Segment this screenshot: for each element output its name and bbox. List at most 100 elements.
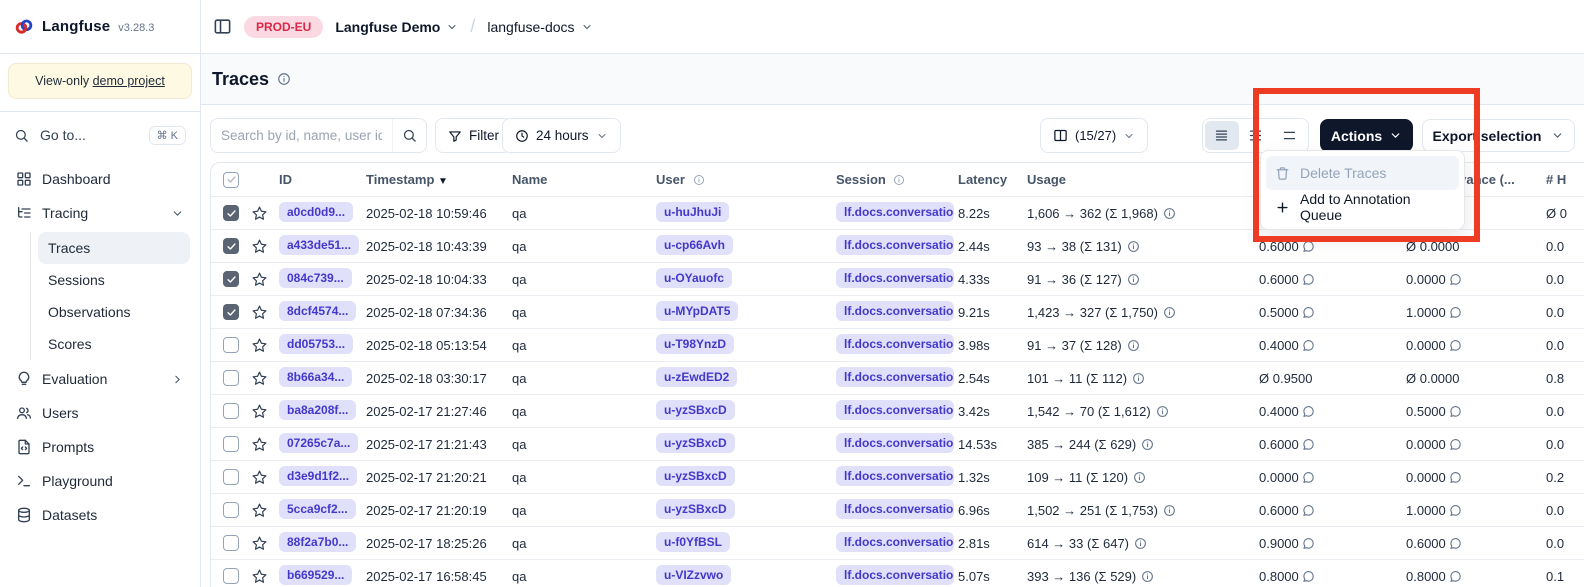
user-badge[interactable]: u-yzSBxcD	[656, 433, 735, 453]
select-all-checkbox[interactable]	[223, 172, 239, 188]
header-score-c[interactable]: # H	[1542, 172, 1584, 187]
user-badge[interactable]: u-zEwdED2	[656, 367, 737, 387]
row-checkbox[interactable]	[223, 403, 239, 419]
comment-icon[interactable]	[1302, 306, 1315, 319]
info-icon[interactable]	[1127, 240, 1140, 253]
trace-id-badge[interactable]: 8b66a34...	[279, 367, 352, 387]
session-badge[interactable]: lf.docs.conversation...	[836, 400, 954, 420]
session-badge[interactable]: lf.docs.conversation...	[836, 499, 954, 519]
info-icon[interactable]	[1133, 471, 1146, 484]
row-checkbox[interactable]	[223, 337, 239, 353]
session-badge[interactable]: lf.docs.conversation...	[836, 235, 954, 255]
export-selection-button[interactable]: Export selection	[1422, 119, 1575, 152]
comment-icon[interactable]	[1449, 537, 1462, 550]
sidebar-toggle-icon[interactable]	[213, 17, 232, 36]
table-row[interactable]: 8b66a34... 2025-02-18 03:30:17 qa u-zEwd…	[211, 361, 1584, 394]
trace-id-badge[interactable]: 084c739...	[279, 268, 352, 288]
header-user[interactable]: User	[652, 172, 832, 187]
table-row[interactable]: 88f2a7b0... 2025-02-17 18:25:26 qa u-f0Y…	[211, 526, 1584, 559]
star-icon[interactable]	[251, 535, 275, 552]
menu-item-delete-traces[interactable]: Delete Traces	[1266, 156, 1459, 190]
row-checkbox[interactable]	[223, 205, 239, 221]
info-icon[interactable]	[1132, 372, 1145, 385]
header-session[interactable]: Session	[832, 172, 954, 187]
user-badge[interactable]: u-yzSBxcD	[656, 499, 735, 519]
table-row[interactable]: a433de51... 2025-02-18 10:43:39 qa u-cp6…	[211, 229, 1584, 262]
row-height-medium-button[interactable]	[1239, 121, 1273, 150]
table-row[interactable]: 8dcf4574... 2025-02-18 07:34:36 qa u-MYp…	[211, 295, 1584, 328]
row-checkbox[interactable]	[223, 436, 239, 452]
star-icon[interactable]	[251, 502, 275, 519]
table-row[interactable]: ba8a208f... 2025-02-17 21:27:46 qa u-yzS…	[211, 394, 1584, 427]
table-row[interactable]: d3e9d1f2... 2025-02-17 21:20:21 qa u-yzS…	[211, 460, 1584, 493]
user-badge[interactable]: u-yzSBxcD	[656, 466, 735, 486]
star-icon[interactable]	[251, 205, 275, 222]
filter-button[interactable]: Filter	[435, 118, 512, 153]
comment-icon[interactable]	[1449, 570, 1462, 583]
search-icon[interactable]	[392, 119, 426, 152]
time-range-button[interactable]: 24 hours	[502, 118, 621, 153]
row-checkbox[interactable]	[223, 535, 239, 551]
menu-item-add-to-annotation-queue[interactable]: Add to Annotation Queue	[1266, 190, 1459, 224]
table-row[interactable]: 07265c7a... 2025-02-17 21:21:43 qa u-yzS…	[211, 427, 1584, 460]
star-icon[interactable]	[251, 568, 275, 585]
sidebar-item-dashboard[interactable]: Dashboard	[10, 162, 190, 196]
row-height-small-button[interactable]	[1205, 121, 1239, 150]
sidebar-item-tracing[interactable]: Tracing	[10, 196, 190, 230]
comment-icon[interactable]	[1449, 405, 1462, 418]
header-latency[interactable]: Latency	[954, 172, 1023, 187]
comment-icon[interactable]	[1449, 471, 1462, 484]
info-icon[interactable]	[1127, 339, 1140, 352]
actions-button[interactable]: Actions	[1320, 119, 1413, 152]
sidebar-item-datasets[interactable]: Datasets	[10, 498, 190, 532]
comment-icon[interactable]	[1449, 306, 1462, 319]
info-icon[interactable]	[1156, 405, 1169, 418]
sidebar-item-evaluation[interactable]: Evaluation	[10, 362, 190, 396]
session-badge[interactable]: lf.docs.conversation...	[836, 532, 954, 552]
sidebar-item-playground[interactable]: Playground	[10, 464, 190, 498]
sidebar-item-sessions[interactable]: Sessions	[38, 264, 190, 296]
info-icon[interactable]	[1163, 306, 1176, 319]
session-badge[interactable]: lf.docs.conversation...	[836, 334, 954, 354]
header-usage[interactable]: Usage	[1023, 172, 1255, 187]
session-badge[interactable]: lf.docs.conversation...	[836, 466, 954, 486]
table-row[interactable]: 5cca9cf2... 2025-02-17 21:20:19 qa u-yzS…	[211, 493, 1584, 526]
project-switcher[interactable]: langfuse-docs	[487, 19, 592, 35]
sidebar-item-traces[interactable]: Traces	[38, 232, 190, 264]
row-checkbox[interactable]	[223, 304, 239, 320]
trace-id-badge[interactable]: ba8a208f...	[279, 400, 356, 420]
star-icon[interactable]	[251, 469, 275, 486]
row-checkbox[interactable]	[223, 271, 239, 287]
goto-search[interactable]: Go to... ⌘ K	[0, 112, 200, 158]
session-badge[interactable]: lf.docs.conversation...	[836, 202, 954, 222]
user-badge[interactable]: u-cp66Avh	[656, 235, 733, 255]
star-icon[interactable]	[251, 403, 275, 420]
trace-id-badge[interactable]: a0cd0d9...	[279, 202, 353, 222]
comment-icon[interactable]	[1302, 504, 1315, 517]
row-checkbox[interactable]	[223, 370, 239, 386]
comment-icon[interactable]	[1302, 570, 1315, 583]
star-icon[interactable]	[251, 436, 275, 453]
table-row[interactable]: dd05753... 2025-02-18 05:13:54 qa u-T98Y…	[211, 328, 1584, 361]
user-badge[interactable]: u-T98YnzD	[656, 334, 734, 354]
info-icon[interactable]	[1163, 504, 1176, 517]
comment-icon[interactable]	[1302, 471, 1315, 484]
comment-icon[interactable]	[1302, 405, 1315, 418]
star-icon[interactable]	[251, 370, 275, 387]
trace-id-badge[interactable]: 88f2a7b0...	[279, 532, 356, 552]
row-checkbox[interactable]	[223, 238, 239, 254]
sidebar-item-users[interactable]: Users	[10, 396, 190, 430]
trace-id-badge[interactable]: dd05753...	[279, 334, 353, 354]
search-input[interactable]	[211, 128, 392, 143]
comment-icon[interactable]	[1449, 504, 1462, 517]
star-icon[interactable]	[251, 271, 275, 288]
sidebar-item-prompts[interactable]: Prompts	[10, 430, 190, 464]
user-badge[interactable]: u-yzSBxcD	[656, 400, 735, 420]
demo-project-link[interactable]: demo project	[93, 74, 165, 88]
comment-icon[interactable]	[1449, 339, 1462, 352]
info-icon[interactable]	[1134, 537, 1147, 550]
header-timestamp[interactable]: Timestamp ▼	[362, 172, 508, 187]
comment-icon[interactable]	[1449, 438, 1462, 451]
sidebar-item-scores[interactable]: Scores	[38, 328, 190, 360]
star-icon[interactable]	[251, 337, 275, 354]
